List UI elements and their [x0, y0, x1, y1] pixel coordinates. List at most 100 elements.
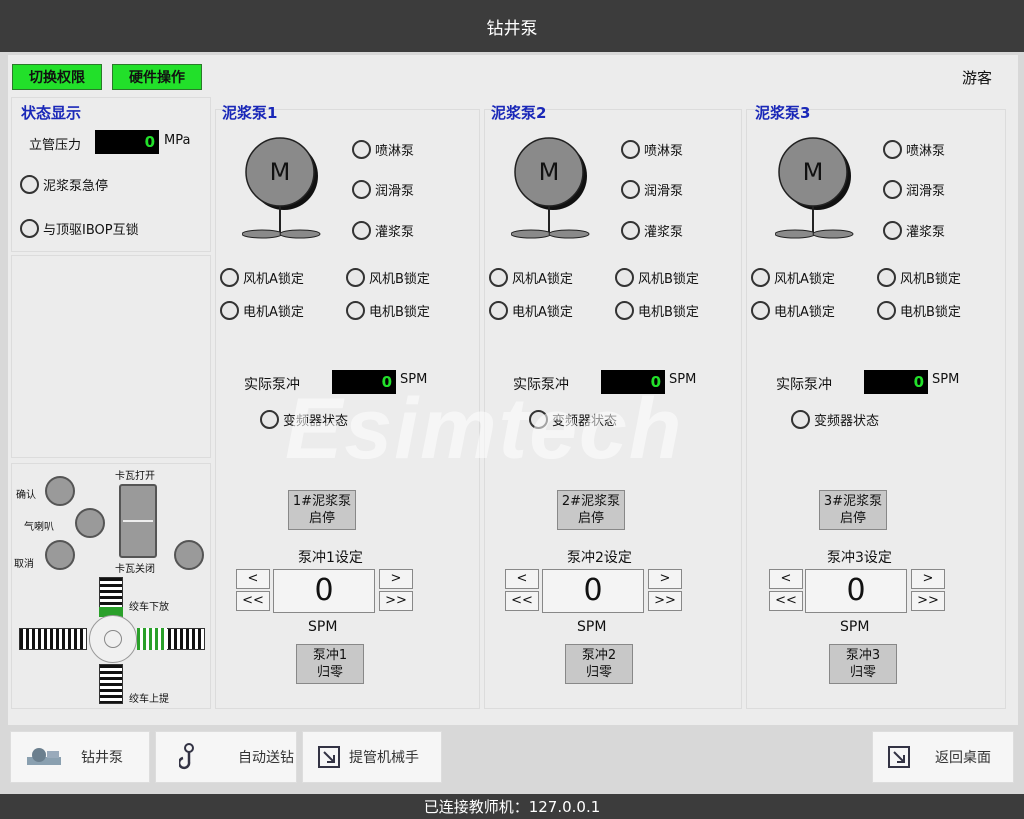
- ibop-interlock-indicator[interactable]: 与顶驱IBOP互锁: [20, 219, 139, 238]
- indicator-light: [615, 301, 634, 320]
- pump2-title: 泥浆泵2: [491, 104, 547, 122]
- increase-button[interactable]: >: [379, 569, 413, 589]
- nav-pipe-handler[interactable]: 提管机械手: [302, 731, 442, 783]
- increase-big-button[interactable]: >>: [648, 591, 682, 611]
- vfd-status-indicator[interactable]: 变频器状态: [260, 410, 348, 429]
- indicator-light: [489, 301, 508, 320]
- spm-setpoint-value[interactable]: 0: [805, 569, 907, 613]
- fan-a-lock-indicator[interactable]: 风机A锁定: [489, 268, 573, 287]
- cancel-button[interactable]: [45, 540, 75, 570]
- status-panel: 状态显示 立管压力 0 MPa 泥浆泵急停 与顶驱IBOP互锁: [11, 97, 211, 252]
- pump3-reset-button[interactable]: 泵冲3 归零: [829, 644, 897, 684]
- winch-down-label: 绞车下放: [129, 602, 169, 613]
- motor-b-lock-indicator[interactable]: 电机B锁定: [877, 301, 961, 320]
- svg-text:M: M: [803, 158, 824, 186]
- pump2-start-stop-button[interactable]: 2#泥浆泵 启停: [557, 490, 625, 530]
- joystick[interactable]: [89, 615, 137, 663]
- pump1-start-stop-button[interactable]: 1#泥浆泵 启停: [288, 490, 356, 530]
- slip-close-label: 卡瓦关闭: [115, 564, 155, 575]
- hardware-operation-button[interactable]: 硬件操作: [112, 64, 202, 90]
- indicator-label: 电机A锁定: [774, 305, 835, 320]
- slip-extra-button[interactable]: [174, 540, 204, 570]
- button-line1: 泵冲1: [312, 648, 348, 663]
- indicator-label: 电机B锁定: [638, 305, 699, 320]
- indicator-label: 润滑泵: [906, 184, 946, 199]
- fan-b-lock-indicator[interactable]: 风机B锁定: [615, 268, 699, 287]
- indicator-light: [883, 221, 902, 240]
- nav-drill-pump[interactable]: 钻井泵: [10, 731, 150, 783]
- decrease-big-button[interactable]: <<: [505, 591, 539, 611]
- actual-spm-label: 实际泵冲: [513, 377, 569, 393]
- indicator-light: [615, 268, 634, 287]
- window-title: 钻井泵: [486, 18, 538, 39]
- winch-up-bar: [99, 664, 123, 704]
- motor-a-lock-indicator[interactable]: 电机A锁定: [220, 301, 304, 320]
- fill-pump-indicator[interactable]: 灌浆泵: [621, 221, 683, 240]
- motor-b-lock-indicator[interactable]: 电机B锁定: [615, 301, 699, 320]
- indicator-light: [20, 219, 39, 238]
- indicator-label: 灌浆泵: [906, 225, 946, 240]
- spray-pump-indicator[interactable]: 喷淋泵: [621, 140, 683, 159]
- indicator-light: [877, 268, 896, 287]
- decrease-button[interactable]: <: [236, 569, 270, 589]
- pump1-reset-button[interactable]: 泵冲1 归零: [296, 644, 364, 684]
- indicator-label: 电机A锁定: [243, 305, 304, 320]
- actual-spm-unit: SPM: [400, 372, 428, 387]
- user-label: 游客: [961, 69, 992, 87]
- decrease-button[interactable]: <: [769, 569, 803, 589]
- button-line2: 启停: [839, 511, 866, 526]
- slip-toggle-switch[interactable]: [119, 484, 157, 558]
- nav-back-desktop[interactable]: 返回桌面: [872, 731, 1014, 783]
- button-line2: 归零: [316, 665, 343, 680]
- indicator-label: 变频器状态: [814, 414, 880, 429]
- decrease-button[interactable]: <: [505, 569, 539, 589]
- indicator-label: 电机B锁定: [369, 305, 430, 320]
- svg-text:M: M: [539, 158, 560, 186]
- motor-b-lock-indicator[interactable]: 电机B锁定: [346, 301, 430, 320]
- horn-button[interactable]: [75, 508, 105, 538]
- lube-pump-indicator[interactable]: 润滑泵: [883, 180, 945, 199]
- vfd-status-indicator[interactable]: 变频器状态: [791, 410, 879, 429]
- indicator-label: 喷淋泵: [644, 144, 684, 159]
- increase-big-button[interactable]: >>: [379, 591, 413, 611]
- fill-pump-indicator[interactable]: 灌浆泵: [352, 221, 414, 240]
- nav-back-desktop-label: 返回桌面: [935, 750, 991, 766]
- increase-button[interactable]: >: [911, 569, 945, 589]
- fan-a-lock-indicator[interactable]: 风机A锁定: [220, 268, 304, 287]
- indicator-light: [352, 221, 371, 240]
- fan-a-lock-indicator[interactable]: 风机A锁定: [751, 268, 835, 287]
- lube-pump-indicator[interactable]: 润滑泵: [352, 180, 414, 199]
- decrease-big-button[interactable]: <<: [236, 591, 270, 611]
- decrease-big-button[interactable]: <<: [769, 591, 803, 611]
- button-line2: 归零: [849, 665, 876, 680]
- fan-b-lock-indicator[interactable]: 风机B锁定: [346, 268, 430, 287]
- button-line1: 3#泥浆泵: [823, 494, 883, 509]
- actual-spm-display: 0: [601, 370, 665, 394]
- motor-a-lock-indicator[interactable]: 电机A锁定: [751, 301, 835, 320]
- motor-a-lock-indicator[interactable]: 电机A锁定: [489, 301, 573, 320]
- actual-spm-label: 实际泵冲: [244, 377, 300, 393]
- pump3-start-stop-button[interactable]: 3#泥浆泵启停: [819, 490, 887, 530]
- slip-open-label: 卡瓦打开: [115, 471, 155, 482]
- indicator-light: [621, 221, 640, 240]
- lube-pump-indicator[interactable]: 润滑泵: [621, 180, 683, 199]
- spm-setpoint-value[interactable]: 0: [542, 569, 644, 613]
- mud-pump-estop-indicator[interactable]: 泥浆泵急停: [20, 175, 108, 194]
- fan-b-lock-indicator[interactable]: 风机B锁定: [877, 268, 961, 287]
- pump3-title: 泥浆泵3: [755, 104, 811, 122]
- confirm-button[interactable]: [45, 476, 75, 506]
- spm-setpoint-value[interactable]: 0: [273, 569, 375, 613]
- increase-big-button[interactable]: >>: [911, 591, 945, 611]
- joystick-center: [104, 630, 122, 648]
- fill-pump-indicator[interactable]: 灌浆泵: [883, 221, 945, 240]
- pump2-reset-button[interactable]: 泵冲2 归零: [565, 644, 633, 684]
- vfd-status-indicator[interactable]: 变频器状态: [529, 410, 617, 429]
- nav-auto-feed[interactable]: 自动送钻: [155, 731, 297, 783]
- switch-permission-button[interactable]: 切换权限: [12, 64, 102, 90]
- increase-button[interactable]: >: [648, 569, 682, 589]
- pump1-title: 泥浆泵1: [222, 104, 278, 122]
- spray-pump-indicator[interactable]: 喷淋泵: [352, 140, 414, 159]
- indicator-label: 风机B锁定: [900, 272, 961, 287]
- spray-pump-indicator[interactable]: 喷淋泵: [883, 140, 945, 159]
- actual-spm-display: 0: [864, 370, 928, 394]
